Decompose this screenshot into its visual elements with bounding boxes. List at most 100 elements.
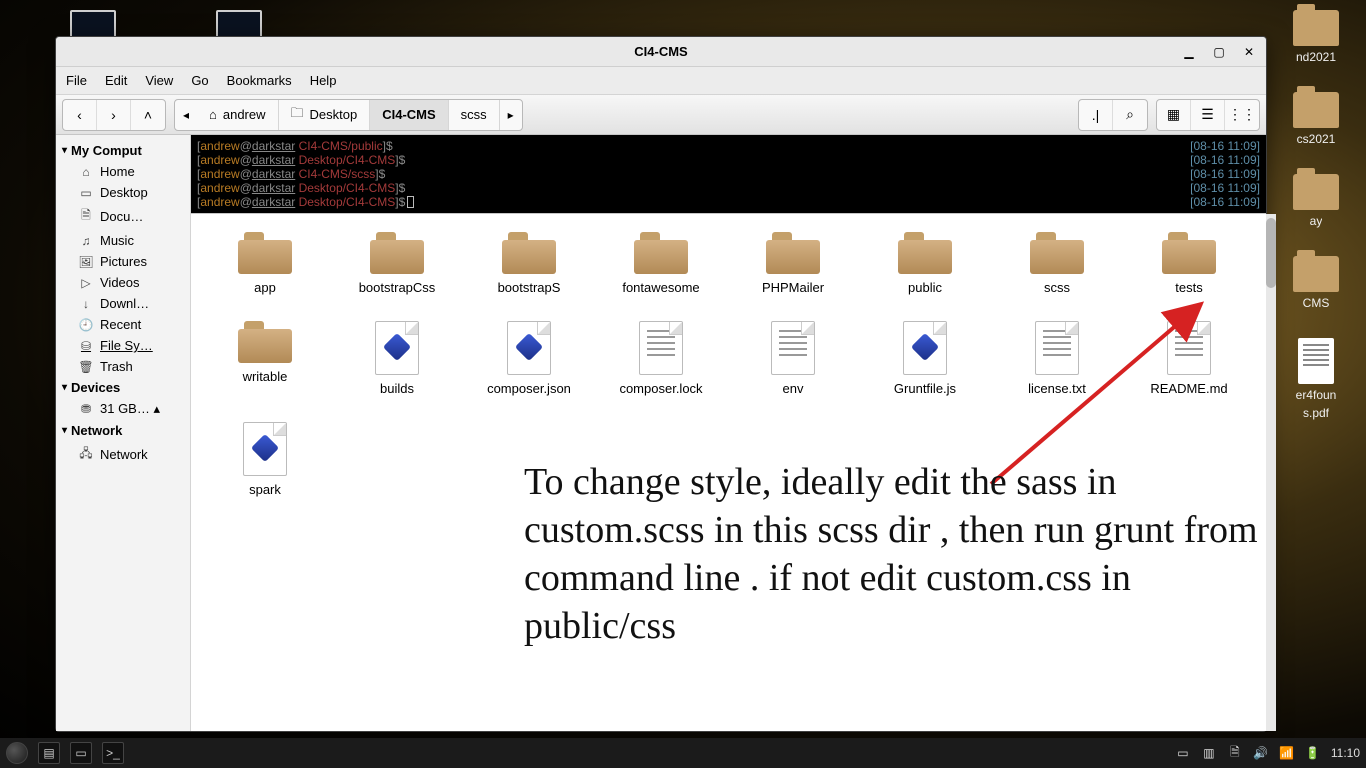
sidebar-item-trash[interactable]: 🗑Trash [60, 357, 186, 376]
file-item-composer-json[interactable]: composer.json [463, 321, 595, 396]
close-button[interactable]: ✕ [1236, 41, 1262, 63]
taskbar-app-terminal[interactable]: >_ [102, 742, 124, 764]
sidebar-item-pictures[interactable]: 🖼 Pictures [60, 252, 186, 271]
file-item-scss[interactable]: scss [991, 232, 1123, 295]
path-segment-andrew[interactable]: ⌂andrew [197, 100, 279, 130]
sidebar-section-network[interactable]: Network [71, 423, 122, 438]
view-list-button[interactable]: ☰ [1191, 100, 1225, 130]
sidebar-item-recent[interactable]: 🕘Recent [60, 315, 186, 334]
system-tray: ▭ ▥ 🗎 🔊 📶 🔋 11:10 [1175, 745, 1360, 761]
folder-icon [898, 232, 952, 274]
file-item-builds[interactable]: builds [331, 321, 463, 396]
sidebar-item-icon: ▷ [78, 276, 94, 290]
sidebar-section-my-comput[interactable]: My Comput [71, 143, 142, 158]
file-label: public [908, 280, 942, 295]
sidebar-section-header[interactable]: ▾Network [60, 421, 186, 440]
file-label: env [783, 381, 804, 396]
maximize-button[interactable]: ▢ [1206, 41, 1232, 63]
path-segment-scss[interactable]: scss [449, 100, 500, 130]
forward-button[interactable]: › [97, 100, 131, 130]
tray-icon[interactable]: 🗎 [1227, 745, 1243, 761]
file-item-fontawesome[interactable]: fontawesome [595, 232, 727, 295]
sidebar-item-file-sy-[interactable]: ⛁File Sy… [60, 336, 186, 355]
view-compact-button[interactable]: ⋮⋮ [1225, 100, 1259, 130]
menu-go[interactable]: Go [191, 73, 208, 88]
desktop-icon-label: nd2021 [1296, 50, 1336, 64]
file-item-spark[interactable]: spark [199, 422, 331, 497]
start-button[interactable] [6, 742, 28, 764]
text-file-icon [1035, 321, 1079, 375]
file-item-license-txt[interactable]: license.txt [991, 321, 1123, 396]
file-label: composer.lock [619, 381, 702, 396]
menu-help[interactable]: Help [310, 73, 337, 88]
sidebar-item-icon: 🗎 [78, 206, 94, 227]
sidebar-section-header[interactable]: ▾My Comput [60, 141, 186, 160]
view-icons-button[interactable]: ▦ [1157, 100, 1191, 130]
path-scroll-right[interactable]: ▸ [500, 100, 522, 130]
sidebar-item-31-gb-[interactable]: ⛃31 GB… ▴ [60, 399, 186, 419]
titlebar[interactable]: CI4-CMS ▁ ▢ ✕ [56, 37, 1266, 67]
desktop-icon-ay[interactable]: ay [1266, 174, 1366, 228]
embedded-terminal[interactable]: [andrew@darkstar CI4-CMS/public]$[andrew… [191, 135, 1266, 214]
sidebar-item-desktop[interactable]: ▭Desktop [60, 183, 186, 202]
toggle-path-button[interactable]: .| [1079, 100, 1113, 130]
taskbar-app-editor[interactable]: ▭ [70, 742, 92, 764]
menu-file[interactable]: File [66, 73, 87, 88]
desktop-icon-cs2021[interactable]: cs2021 [1266, 92, 1366, 146]
file-item-env[interactable]: env [727, 321, 859, 396]
sidebar-item-home[interactable]: ⌂Home [60, 162, 186, 181]
search-button[interactable]: ⌕ [1113, 100, 1147, 130]
desktop-icon-cms[interactable]: CMS [1266, 256, 1366, 310]
menu-edit[interactable]: Edit [105, 73, 127, 88]
minimize-button[interactable]: ▁ [1176, 41, 1202, 63]
menu-bookmarks[interactable]: Bookmarks [227, 73, 292, 88]
home-icon: ⌂ [209, 107, 217, 122]
sidebar-item-icon: ⌂ [78, 165, 94, 179]
sidebar-item-videos[interactable]: ▷Videos [60, 273, 186, 292]
content-area: [andrew@darkstar CI4-CMS/public]$[andrew… [191, 135, 1266, 731]
back-button[interactable]: ‹ [63, 100, 97, 130]
desktop-icon-nd2021[interactable]: nd2021 [1266, 10, 1366, 64]
file-item-app[interactable]: app [199, 232, 331, 295]
file-item-writable[interactable]: writable [199, 321, 331, 396]
file-label: bootstrapS [498, 280, 561, 295]
file-item-readme-md[interactable]: README.md [1123, 321, 1255, 396]
sidebar-item-network[interactable]: 🖧Network [60, 442, 186, 467]
sidebar-section-header[interactable]: ▾Devices [60, 378, 186, 397]
file-item-tests[interactable]: tests [1123, 232, 1255, 295]
menu-view[interactable]: View [145, 73, 173, 88]
scrollbar-track[interactable] [1266, 214, 1276, 731]
sidebar-item-label: Pictures [100, 254, 147, 269]
taskbar: ▤ ▭ >_ ▭ ▥ 🗎 🔊 📶 🔋 11:10 [0, 738, 1366, 768]
sidebar-item-downl-[interactable]: ↓Downl… [60, 294, 186, 313]
file-label: Gruntfile.js [894, 381, 956, 396]
sidebar-item-icon: 🖼 [78, 255, 94, 269]
clock[interactable]: 11:10 [1331, 746, 1360, 760]
file-item-composer-lock[interactable]: composer.lock [595, 321, 727, 396]
path-scroll-left[interactable]: ◂ [175, 100, 197, 130]
sidebar-section-devices[interactable]: Devices [71, 380, 120, 395]
sidebar-item-icon: ▭ [78, 186, 94, 200]
path-segment-desktop[interactable]: 🗀Desktop [279, 100, 371, 130]
file-item-public[interactable]: public [859, 232, 991, 295]
tray-icon[interactable]: ▭ [1175, 745, 1191, 761]
path-segment-ci4-cms[interactable]: CI4-CMS [370, 100, 448, 130]
sidebar-item-label: Recent [100, 317, 141, 332]
tray-icon[interactable]: 🔋 [1305, 745, 1321, 761]
tray-icon[interactable]: 📶 [1279, 745, 1295, 761]
desktop-icon-er4foun[interactable]: er4founs.pdf [1266, 338, 1366, 420]
up-button[interactable]: ˄ [131, 100, 165, 130]
sidebar-item-label: Docu… [100, 209, 143, 224]
sidebar-item-music[interactable]: ♫Music [60, 231, 186, 250]
file-item-bootstrapcss[interactable]: bootstrapCss [331, 232, 463, 295]
sidebar-item-icon: ↓ [78, 297, 94, 311]
sidebar-item-docu-[interactable]: 🗎 Docu… [60, 204, 186, 229]
tray-icon[interactable]: ▥ [1201, 745, 1217, 761]
taskbar-app-files[interactable]: ▤ [38, 742, 60, 764]
file-item-phpmailer[interactable]: PHPMailer [727, 232, 859, 295]
sidebar-item-label: 31 GB… ▴ [100, 401, 160, 417]
file-item-gruntfile-js[interactable]: Gruntfile.js [859, 321, 991, 396]
scrollbar-thumb[interactable] [1266, 218, 1276, 288]
tray-icon[interactable]: 🔊 [1253, 745, 1269, 761]
file-item-bootstraps[interactable]: bootstrapS [463, 232, 595, 295]
